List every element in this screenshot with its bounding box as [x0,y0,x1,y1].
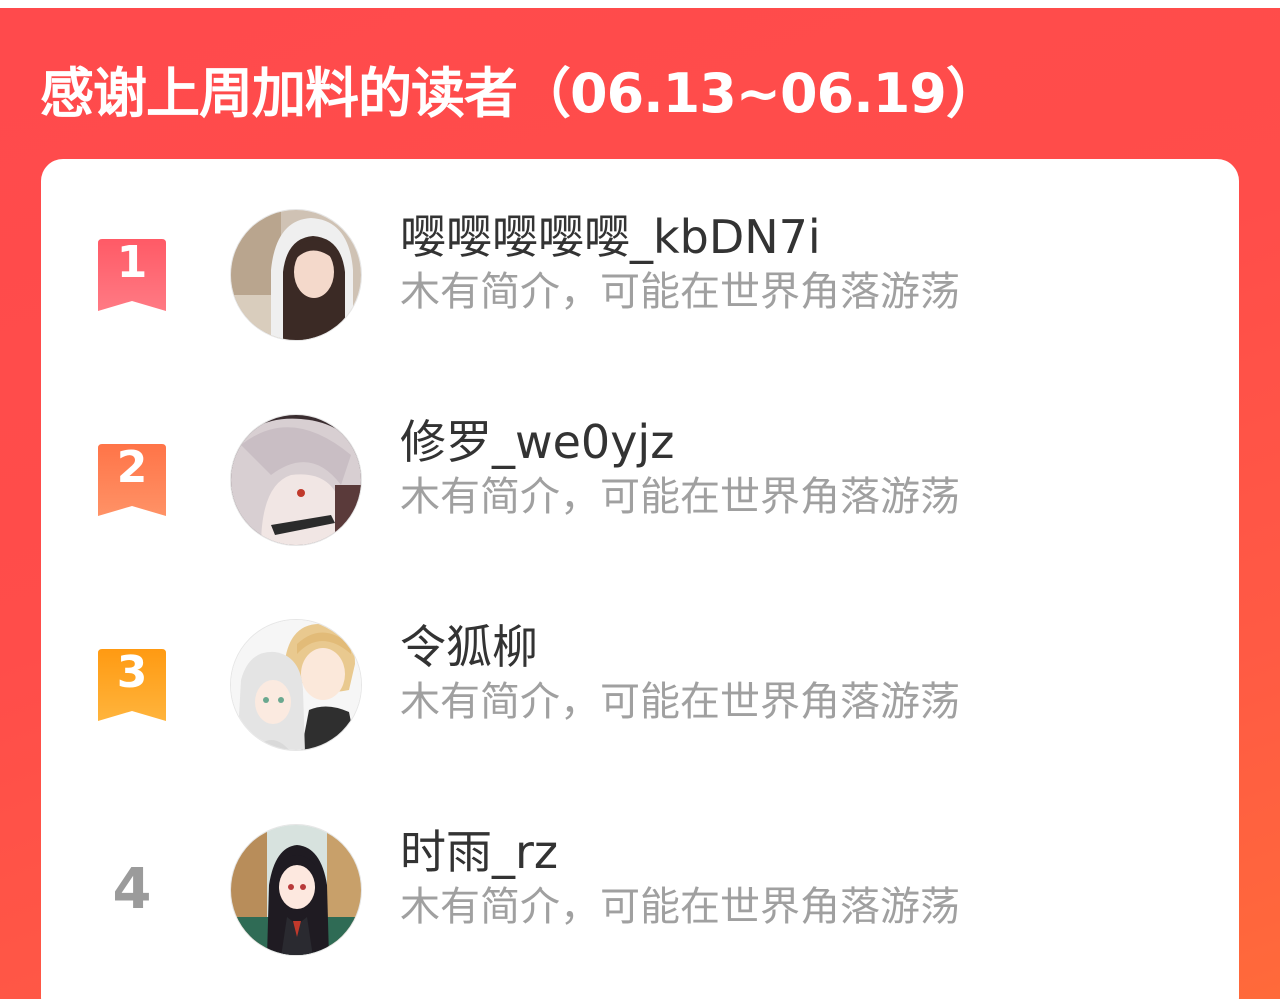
reader-row-4[interactable]: 4 时雨_rz 木有简介，可能在世界角落游荡 [41,816,1239,976]
reader-bio: 木有简介，可能在世界角落游荡 [400,474,960,520]
rank-number: 2 [116,442,148,493]
reader-row-3[interactable]: 3 令狐柳 木有简介，可能在世界角落游荡 [41,611,1239,771]
reader-bio: 木有简介，可能在世界角落游荡 [400,884,960,930]
reader-row-1[interactable]: 1 嘤嘤嘤嘤嘤_kbDN7i 木有简介，可能在世界角落游荡 [41,201,1239,361]
reader-row-2[interactable]: 2 修罗_we0yjz 木有简介，可能在世界角落游荡 [41,406,1239,566]
readers-panel: 感谢上周加料的读者（06.13~06.19） 1 嘤嘤嘤嘤嘤_kbDN7i 木有… [0,8,1280,999]
avatar[interactable] [230,209,362,341]
reader-bio: 木有简介，可能在世界角落游荡 [400,269,960,315]
avatar[interactable] [230,824,362,956]
reader-bio: 木有简介，可能在世界角落游荡 [400,679,960,725]
rank-number: 1 [116,237,148,288]
reader-name: 令狐柳 [400,620,538,674]
rank-number: 4 [112,857,152,922]
reader-name: 时雨_rz [400,825,559,879]
rank-ribbon-icon-2: 2 [98,442,166,516]
rank-ribbon-icon-1: 1 [98,237,166,311]
avatar[interactable] [230,414,362,546]
rank-number: 3 [116,647,148,698]
reader-list-card: 1 嘤嘤嘤嘤嘤_kbDN7i 木有简介，可能在世界角落游荡 2 修罗_we0yj… [41,159,1239,999]
reader-name: 修罗_we0yjz [400,415,675,469]
rank-ribbon-icon-3: 3 [98,647,166,721]
page-title: 感谢上周加料的读者（06.13~06.19） [40,62,1000,125]
reader-name: 嘤嘤嘤嘤嘤_kbDN7i [400,210,821,264]
avatar[interactable] [230,619,362,751]
